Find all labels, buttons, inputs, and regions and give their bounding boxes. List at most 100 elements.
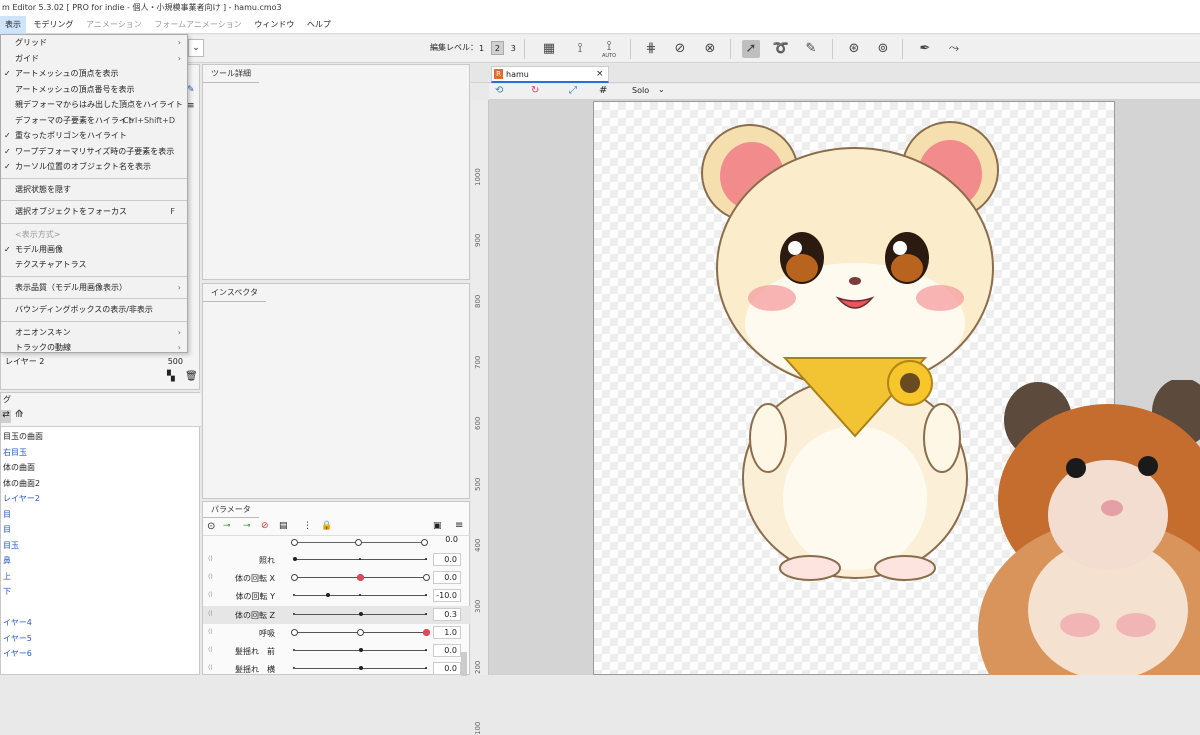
deformer-list-item[interactable]: イヤー5 bbox=[1, 631, 201, 647]
parameter-row[interactable]: ⟨⟩ 体の回転 Y -10.0 bbox=[203, 587, 471, 605]
grid-mesh-icon[interactable]: ⋕ bbox=[642, 40, 660, 58]
param-menu-icon[interactable]: ≡ bbox=[455, 520, 463, 531]
parameter-slider-handle[interactable] bbox=[359, 648, 363, 652]
arrow-select-icon[interactable]: ➚ bbox=[742, 40, 760, 58]
parameter-slider-handle[interactable] bbox=[423, 628, 430, 636]
glue-icon[interactable]: ⊘ bbox=[671, 40, 689, 58]
deformer-list-item[interactable]: 下 bbox=[1, 584, 201, 600]
chevron-down-icon[interactable]: ⌄ bbox=[658, 85, 665, 94]
param-link-icon[interactable]: ⟨⟩ bbox=[208, 628, 213, 635]
partial-param-key[interactable] bbox=[291, 539, 298, 546]
menu-item[interactable]: オニオンスキン › bbox=[1, 325, 187, 341]
deformer-list-item[interactable]: 目 bbox=[1, 507, 201, 523]
deformer-list-item[interactable]: 上 bbox=[1, 569, 201, 585]
partial-param-key[interactable] bbox=[421, 539, 428, 546]
param-link-icon[interactable]: ⟨⟩ bbox=[208, 555, 213, 562]
parameter-value-field[interactable]: 1.0 bbox=[433, 625, 461, 639]
parameter-key[interactable] bbox=[423, 574, 430, 582]
lasso-select-icon[interactable]: ➰ bbox=[772, 40, 790, 58]
deformer-list-item[interactable]: イヤー6 bbox=[1, 646, 201, 662]
menu-item[interactable]: ガイド › bbox=[1, 51, 187, 67]
menu-item[interactable]: デフォーマの子要素をハイライト Ctrl+Shift+D bbox=[1, 113, 187, 129]
transform-icon[interactable]: ⊛ bbox=[845, 40, 863, 58]
rotation-icon[interactable]: ⊚ bbox=[874, 40, 892, 58]
parameter-value-field[interactable]: 0.3 bbox=[433, 607, 461, 621]
duplicate-icon[interactable]: ▚ bbox=[167, 371, 175, 382]
menu-window[interactable]: ウィンドウ bbox=[249, 16, 299, 34]
menu-item[interactable]: 選択状態を隠す bbox=[1, 182, 187, 198]
parameter-key[interactable] bbox=[357, 628, 364, 636]
param-settings-icon[interactable]: ▣ bbox=[433, 521, 442, 531]
deformer-list-item[interactable]: 体の曲面 bbox=[1, 460, 201, 476]
edit-level-1[interactable]: 1 bbox=[475, 42, 488, 56]
param-link-icon[interactable]: ⟨⟩ bbox=[208, 664, 213, 671]
parameter-key[interactable] bbox=[291, 574, 298, 582]
play-circle-icon[interactable]: ⊙ bbox=[207, 521, 215, 532]
menu-item[interactable]: 表示品質（モデル用画像表示） › bbox=[1, 280, 187, 296]
parameter-key[interactable] bbox=[291, 628, 298, 636]
deformer-list-item[interactable]: 体の曲面2 bbox=[1, 476, 201, 492]
parameter-row[interactable]: ⟨⟩ 体の回転 Z 0.3 bbox=[203, 605, 471, 624]
link-toggle-icon[interactable]: ⇄ bbox=[1, 410, 11, 423]
key-table-icon[interactable]: ▤ bbox=[279, 521, 288, 531]
param-link-icon[interactable]: ⟨⟩ bbox=[208, 646, 213, 653]
parameter-slider-handle[interactable] bbox=[293, 557, 297, 561]
hierarchy-icon[interactable]: ⟰ bbox=[15, 409, 23, 420]
grid-toggle-icon[interactable]: # bbox=[599, 85, 607, 96]
list-menu-icon[interactable]: ≡ bbox=[187, 101, 195, 111]
reset-pose-icon[interactable]: ↻ bbox=[531, 85, 539, 96]
parameter-slider-handle[interactable] bbox=[357, 574, 364, 582]
partial-param-key[interactable] bbox=[355, 539, 362, 546]
parameter-row[interactable]: ⟨⟩ 髪揺れ 前 0.0 bbox=[203, 642, 471, 660]
menu-item[interactable]: ✓ アートメッシュの頂点を表示 bbox=[1, 66, 187, 82]
parameter-slider-track[interactable] bbox=[293, 611, 427, 616]
param-link-icon[interactable]: ⟨⟩ bbox=[208, 573, 213, 580]
texture-atlas-icon[interactable]: ▦ bbox=[540, 40, 558, 58]
deformer-list-item[interactable]: 目玉の曲面 bbox=[1, 429, 201, 445]
menu-modeling[interactable]: モデリング bbox=[29, 16, 79, 34]
param-link-icon[interactable]: ⟨⟩ bbox=[208, 610, 213, 617]
deformer-list-item[interactable] bbox=[1, 600, 201, 616]
menu-form-animation[interactable]: フォームアニメーション bbox=[149, 16, 246, 34]
deformer-list-item[interactable]: 右目玉 bbox=[1, 445, 201, 461]
layer-row[interactable]: レイヤー 2 500 bbox=[5, 354, 195, 370]
parameter-slider-handle[interactable] bbox=[326, 593, 330, 598]
add-key-icon[interactable]: ⊸ bbox=[223, 521, 231, 531]
parameter-slider-track[interactable] bbox=[293, 593, 427, 598]
parameter-row[interactable]: ⟨⟩ 髪揺れ 横 0.0 bbox=[203, 660, 471, 678]
menu-item[interactable]: ✓ カーソル位置のオブジェクト名を表示 bbox=[1, 159, 187, 175]
parameter-slider-track[interactable] bbox=[293, 666, 427, 671]
menu-item[interactable]: ✓ モデル用画像 bbox=[1, 242, 187, 258]
parameter-slider-track[interactable] bbox=[291, 574, 430, 582]
deformer-list-item[interactable]: 鼻 bbox=[1, 553, 201, 569]
deformer-list-item[interactable]: 目玉 bbox=[1, 538, 201, 554]
edit-level-3[interactable]: 3 bbox=[507, 42, 520, 56]
parameter-value-field[interactable]: 0.0 bbox=[433, 553, 461, 566]
parameter-slider-track[interactable] bbox=[291, 628, 430, 636]
menu-item[interactable]: アートメッシュの頂点番号を表示 bbox=[1, 82, 187, 98]
menu-item[interactable]: ✓ 重なったポリゴンをハイライト bbox=[1, 128, 187, 144]
brush-select-icon[interactable]: ✎ bbox=[802, 40, 820, 58]
menu-item[interactable]: 選択オブジェクトをフォーカス F bbox=[1, 204, 187, 220]
menu-item[interactable]: 親デフォーマからはみ出した頂点をハイライト bbox=[1, 97, 187, 113]
deformer-list-item[interactable]: イヤー4 bbox=[1, 615, 201, 631]
menu-help[interactable]: ヘルプ bbox=[302, 16, 336, 34]
deformer-list-item[interactable]: レイヤー2 bbox=[1, 491, 201, 507]
add-three-keys-icon[interactable]: ⊸ bbox=[243, 521, 251, 531]
blend-shape-icon[interactable]: ⋮ bbox=[303, 521, 312, 531]
fit-view-icon[interactable]: ⤢ bbox=[569, 85, 577, 96]
menu-item[interactable]: グリッド › bbox=[1, 35, 187, 51]
lock-param-icon[interactable]: 🔒 bbox=[321, 521, 332, 531]
dropdown-chevron-icon[interactable]: ⌄ bbox=[188, 39, 204, 57]
deformer-list-item[interactable]: 目 bbox=[1, 522, 201, 538]
parameter-slider-track[interactable] bbox=[293, 648, 427, 652]
parameter-slider-track[interactable] bbox=[293, 557, 427, 561]
pin-icon[interactable]: ✎ bbox=[187, 85, 195, 95]
solo-label[interactable]: Solo bbox=[632, 86, 649, 95]
deformer-visibility-icon[interactable]: ⟲ bbox=[495, 85, 503, 96]
parameter-value-field[interactable]: 0.0 bbox=[433, 644, 461, 657]
menu-view[interactable]: 表示 bbox=[0, 16, 26, 34]
remove-key-icon[interactable]: ⊘ bbox=[261, 521, 269, 531]
glue-remove-icon[interactable]: ⊗ bbox=[701, 40, 719, 58]
connect-path-icon[interactable]: ⤳ bbox=[945, 40, 963, 58]
